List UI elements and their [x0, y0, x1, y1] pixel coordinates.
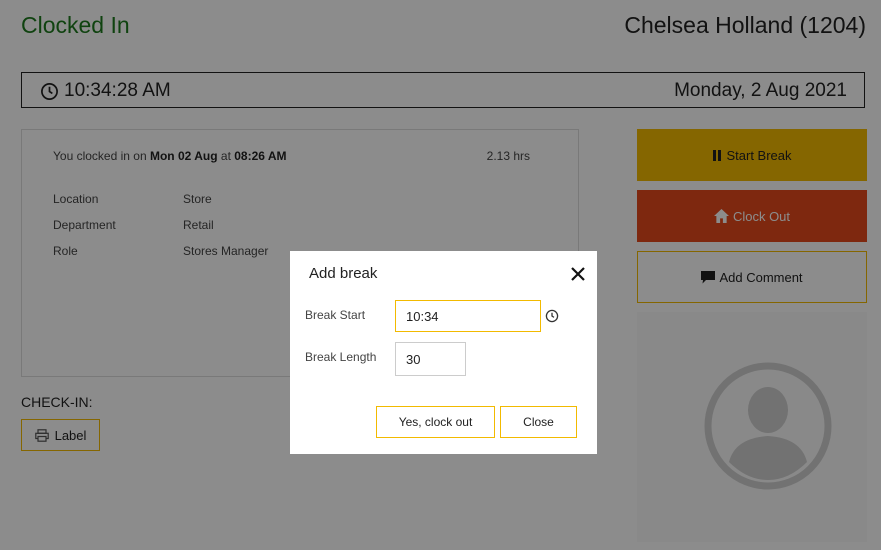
dialog-title: Add break — [309, 265, 378, 282]
confirm-clock-out-button[interactable]: Yes, clock out — [376, 406, 495, 438]
time-picker-icon[interactable] — [545, 309, 559, 323]
break-start-label: Break Start — [305, 308, 366, 322]
break-start-input[interactable] — [395, 300, 541, 332]
break-length-input[interactable] — [395, 342, 466, 376]
add-break-dialog: Add break Break Start Break Length Yes, … — [290, 251, 597, 454]
close-icon[interactable] — [569, 265, 587, 283]
break-length-label: Break Length — [305, 350, 377, 364]
close-button[interactable]: Close — [500, 406, 577, 438]
